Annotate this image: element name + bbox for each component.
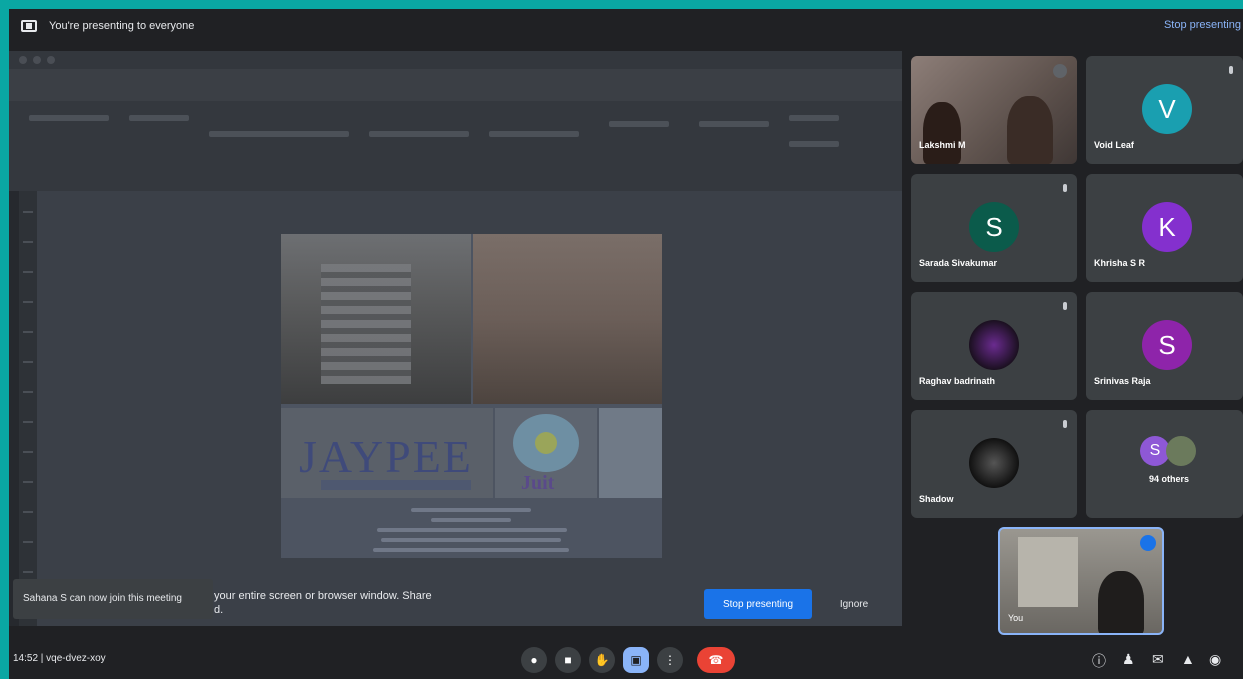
window-dot-icon bbox=[19, 56, 27, 64]
document-page: JAYPEE Juit bbox=[281, 234, 662, 558]
people-icon[interactable]: ♟ bbox=[1122, 651, 1135, 668]
juit-logo: Juit bbox=[495, 408, 597, 498]
avatar bbox=[969, 320, 1019, 370]
participant-tile[interactable]: Shadow bbox=[911, 410, 1077, 518]
participant-tile[interactable]: V Void Leaf bbox=[1086, 56, 1243, 164]
participant-name: Sarada Sivakumar bbox=[919, 258, 998, 268]
avatar: S bbox=[969, 202, 1019, 252]
mic-off-icon bbox=[1063, 420, 1067, 428]
building-photo bbox=[599, 408, 662, 498]
camera-icon[interactable]: ■ bbox=[555, 647, 581, 673]
participant-name: Raghav badrinath bbox=[919, 376, 996, 386]
whiteboard bbox=[1018, 537, 1078, 607]
meeting-time-code: 14:52 | vqe-dvez-xoy bbox=[13, 653, 106, 664]
meet-window: You're presenting to everyone Stop prese… bbox=[9, 9, 1243, 679]
participant-name: Lakshmi M bbox=[919, 140, 966, 150]
activities-icon[interactable]: ▲ bbox=[1181, 651, 1195, 667]
join-notification: Sahana S can now join this meeting bbox=[13, 579, 213, 619]
campus-photo bbox=[281, 234, 471, 404]
jaypee-logo: JAYPEE bbox=[281, 408, 493, 498]
raise-hand-icon[interactable]: ✋ bbox=[589, 647, 615, 673]
person-video bbox=[1007, 96, 1053, 164]
avatar: S bbox=[1142, 320, 1192, 370]
mic-icon[interactable]: ● bbox=[521, 647, 547, 673]
ignore-button[interactable]: Ignore bbox=[824, 589, 884, 619]
info-icon[interactable]: ⓘ bbox=[1092, 651, 1106, 671]
others-tile[interactable]: S 94 others bbox=[1086, 410, 1243, 518]
participant-name: Srinivas Raja bbox=[1094, 376, 1151, 386]
presenting-banner: You're presenting to everyone Stop prese… bbox=[9, 9, 1243, 43]
app-titlebar bbox=[9, 51, 902, 69]
window-dot-icon bbox=[47, 56, 55, 64]
chat-icon[interactable]: ✉ bbox=[1152, 651, 1164, 668]
participant-tile[interactable]: Raghav badrinath bbox=[911, 292, 1077, 400]
person-video bbox=[923, 102, 961, 164]
stop-presenting-button[interactable]: Stop presenting bbox=[704, 589, 812, 619]
others-count: 94 others bbox=[1148, 474, 1190, 484]
present-now-icon[interactable]: ▣ bbox=[623, 647, 649, 673]
document-canvas: JAYPEE Juit bbox=[37, 191, 902, 626]
window-dot-icon bbox=[33, 56, 41, 64]
more-options-icon[interactable]: ⋮ bbox=[657, 647, 683, 673]
speaking-indicator-icon bbox=[1140, 535, 1156, 551]
end-call-icon[interactable]: ☎ bbox=[697, 647, 735, 673]
word-ribbon-tabs bbox=[9, 69, 902, 101]
participant-tile[interactable]: K Khrisha S R bbox=[1086, 174, 1243, 282]
host-controls-icon[interactable]: ◉ bbox=[1209, 651, 1221, 668]
avatar: K bbox=[1142, 202, 1192, 252]
sunset-photo bbox=[473, 234, 662, 404]
presenting-text: You're presenting to everyone bbox=[49, 20, 195, 32]
vertical-ruler bbox=[19, 191, 37, 626]
avatar bbox=[969, 438, 1019, 488]
participant-tile[interactable]: S Sarada Sivakumar bbox=[911, 174, 1077, 282]
mic-off-icon bbox=[1063, 184, 1067, 192]
participant-tile[interactable]: S Srinivas Raja bbox=[1086, 292, 1243, 400]
stop-presenting-link[interactable]: Stop presenting bbox=[1164, 19, 1241, 31]
mic-off-icon bbox=[1063, 302, 1067, 310]
participant-tile[interactable]: Lakshmi M bbox=[911, 56, 1077, 164]
meeting-controls-bar: 14:52 | vqe-dvez-xoy ● ■ ✋ ▣ ⋮ ☎ ⓘ ♟ ✉ ▲… bbox=[9, 639, 1243, 679]
participant-name: Void Leaf bbox=[1094, 140, 1134, 150]
avatar bbox=[1166, 436, 1196, 466]
mic-off-icon bbox=[1229, 66, 1233, 74]
self-name: You bbox=[1008, 613, 1024, 623]
shared-screen: JAYPEE Juit Sahana S can now join this m… bbox=[9, 51, 902, 626]
present-screen-icon bbox=[21, 20, 37, 32]
share-warning-text: your entire screen or browser window. Sh… bbox=[214, 590, 432, 616]
participant-name: Shadow bbox=[919, 494, 954, 504]
self-view-tile[interactable]: You bbox=[998, 527, 1164, 635]
avatar: V bbox=[1142, 84, 1192, 134]
person-video bbox=[1098, 571, 1144, 633]
participant-name: Khrisha S R bbox=[1094, 258, 1146, 268]
mic-off-icon bbox=[1053, 64, 1067, 78]
word-ribbon bbox=[9, 101, 902, 191]
